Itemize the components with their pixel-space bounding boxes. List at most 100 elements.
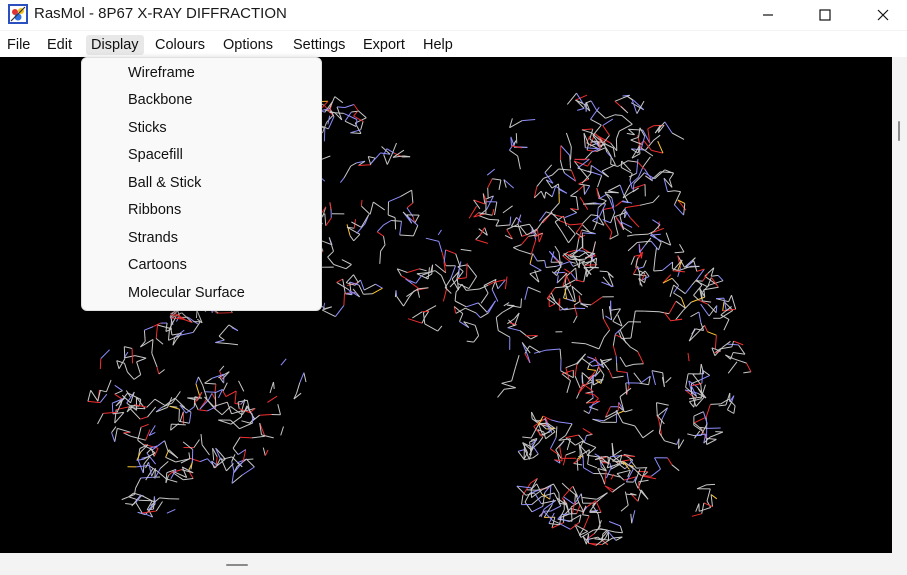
bond-line (159, 461, 169, 469)
bond-line (562, 454, 567, 466)
menu-item-ribbons[interactable]: Ribbons (128, 200, 181, 220)
bond-line (100, 349, 110, 359)
bond-line (581, 173, 591, 184)
bond-line (325, 217, 332, 227)
bond-line (424, 323, 438, 332)
minimize-button[interactable] (745, 0, 791, 30)
bond-line (598, 193, 608, 200)
bond-line (401, 275, 410, 281)
bond-line (199, 458, 208, 463)
bond-line (494, 201, 498, 216)
bond-line (633, 372, 642, 383)
bond-line (630, 346, 638, 352)
menu-export[interactable]: Export (361, 35, 407, 55)
bond-line (634, 481, 639, 489)
bond-line (412, 225, 419, 237)
bond-line (608, 369, 613, 379)
bond-line (444, 279, 451, 288)
bond-line (701, 502, 705, 514)
bond-line (615, 200, 623, 207)
bond-line (406, 202, 414, 209)
menu-item-strands[interactable]: Strands (128, 228, 178, 248)
menu-item-spacefill[interactable]: Spacefill (128, 145, 183, 165)
bond-line (718, 404, 726, 407)
menu-help[interactable]: Help (421, 35, 455, 55)
bond-line (592, 241, 596, 254)
bond-line (640, 489, 649, 500)
bond-line (246, 459, 255, 468)
bond-line (642, 429, 654, 439)
bond-line (633, 363, 644, 365)
menu-item-backbone[interactable]: Backbone (128, 90, 193, 110)
bond-line (603, 329, 611, 338)
bond-line (111, 426, 117, 433)
bond-line (569, 258, 576, 261)
bond-line (231, 461, 235, 472)
bond-line (495, 317, 499, 331)
bond-line (726, 401, 733, 411)
menu-display[interactable]: Display (86, 35, 144, 55)
bond-line (237, 401, 240, 409)
bond-line (615, 130, 620, 139)
bond-line (214, 383, 217, 393)
bond-line (344, 120, 357, 127)
menu-item-sticks[interactable]: Sticks (128, 118, 167, 138)
bond-line (411, 190, 414, 203)
bond-line (450, 265, 456, 280)
bond-line (565, 450, 576, 456)
bond-line (138, 399, 142, 407)
bond-line (425, 237, 439, 242)
bond-line (723, 298, 727, 311)
bond-line (328, 96, 336, 110)
menu-settings[interactable]: Settings (291, 35, 347, 55)
bond-line (124, 363, 128, 373)
bond-line (215, 342, 230, 345)
menu-item-wireframe[interactable]: Wireframe (128, 63, 195, 83)
bond-line (615, 226, 619, 235)
menu-options[interactable]: Options (221, 35, 275, 55)
horizontal-scroll-thumb[interactable] (226, 564, 248, 566)
bond-line (125, 503, 134, 505)
bond-line (549, 437, 557, 450)
bond-line (598, 337, 605, 350)
bond-line (124, 346, 133, 349)
bond-line (702, 272, 709, 282)
bond-line (662, 277, 673, 284)
bond-line (696, 484, 707, 490)
menu-edit[interactable]: Edit (45, 35, 74, 55)
bond-line (658, 432, 665, 442)
bond-line (215, 339, 225, 343)
bond-line (140, 416, 148, 420)
bond-line (465, 307, 477, 314)
bond-line (638, 481, 640, 490)
menu-colours[interactable]: Colours (153, 35, 207, 55)
horizontal-scrollbar[interactable] (0, 553, 907, 575)
bond-line (459, 313, 464, 322)
bond-line (715, 305, 718, 313)
bond-line (530, 239, 537, 255)
bond-line (517, 451, 525, 461)
vertical-scroll-thumb[interactable] (898, 121, 900, 141)
bond-line (152, 440, 165, 451)
bond-line (155, 338, 164, 345)
close-button[interactable] (860, 0, 906, 30)
vertical-scrollbar[interactable] (892, 57, 907, 553)
menu-item-molecular-surface[interactable]: Molecular Surface (128, 283, 245, 303)
bond-line (623, 227, 633, 234)
bond-line (415, 274, 423, 284)
bond-line (321, 309, 336, 318)
bond-line (695, 503, 700, 512)
menu-file[interactable]: File (5, 35, 32, 55)
bond-line (406, 287, 419, 298)
bond-line (267, 395, 278, 403)
bond-line (585, 343, 600, 350)
maximize-button[interactable] (802, 0, 848, 30)
bond-line (590, 296, 603, 306)
bond-line (700, 303, 710, 317)
bond-line (296, 382, 301, 394)
bond-line (716, 297, 724, 300)
bond-line (487, 187, 489, 199)
bond-line (554, 221, 563, 233)
menu-item-cartoons[interactable]: Cartoons (128, 255, 187, 275)
menu-item-ball-and-stick[interactable]: Ball & Stick (128, 173, 201, 193)
